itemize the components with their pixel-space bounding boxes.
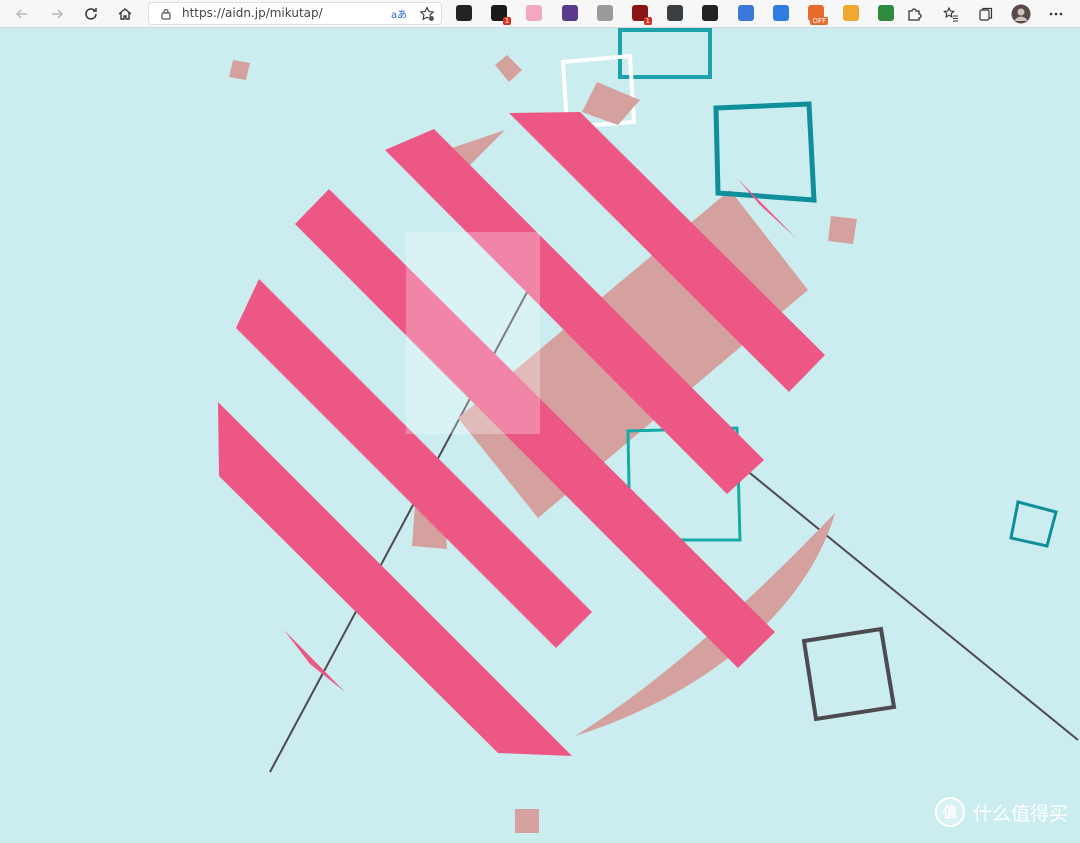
extension-badge: 1: [502, 17, 512, 25]
camera-extension-icon[interactable]: [702, 5, 719, 21]
cat-extension-icon[interactable]: [526, 5, 543, 21]
watermark-text: 什么值得买: [972, 802, 1068, 825]
thin-line: [739, 464, 1079, 741]
svg-text:aあ: aあ: [391, 9, 407, 21]
pink-needle: [284, 630, 345, 692]
refresh-button[interactable]: [79, 2, 103, 26]
favorites-button[interactable]: [939, 2, 963, 26]
lock-icon: [161, 8, 171, 20]
teal-square: [713, 101, 817, 203]
extension-badge: 1: [643, 17, 652, 25]
address-bar[interactable]: https://aidn.jp/mikutap/ aあ: [148, 2, 442, 25]
bird-extension-icon[interactable]: [737, 5, 754, 21]
todo-extension-icon[interactable]: 1: [491, 5, 512, 25]
ia-extension-icon[interactable]: [561, 5, 578, 21]
extensions-button[interactable]: [902, 2, 926, 26]
favorite-star-icon[interactable]: [419, 6, 435, 22]
art-canvas: [218, 28, 1079, 833]
translucent-panel: [406, 232, 540, 434]
rose-square: [828, 216, 857, 244]
url-text: https://aidn.jp/mikutap/: [182, 6, 323, 20]
watermark-logo: 值: [934, 797, 965, 827]
teal-square: [1009, 500, 1058, 548]
dots-extension-icon[interactable]: [667, 5, 684, 21]
globe-extension-icon[interactable]: [878, 5, 895, 21]
back-button[interactable]: [10, 2, 34, 26]
teal-square: [618, 28, 712, 79]
home-button[interactable]: [113, 2, 137, 26]
infinity-extension-icon[interactable]: [456, 5, 472, 21]
puzzle-icon: [908, 8, 922, 21]
shield-extension-icon[interactable]: 1: [632, 5, 652, 25]
color-extension-icon[interactable]: [843, 5, 860, 21]
mikutap-canvas[interactable]: 值 什么值得买: [0, 28, 1080, 839]
home-icon: [118, 8, 132, 20]
rose-square: [495, 55, 522, 82]
more-menu-button[interactable]: [1044, 2, 1068, 26]
rose-square: [229, 60, 250, 80]
site-watermark: 值 什么值得买: [934, 797, 1068, 827]
off-extension-icon[interactable]: OFF: [808, 5, 828, 25]
mouse-extension-icon[interactable]: [596, 5, 613, 21]
dark-square: [801, 626, 897, 722]
arrow-left-icon: [15, 9, 27, 19]
browser-toolbar: https://aidn.jp/mikutap/ aあ 1 1 OFF: [0, 0, 1080, 28]
favorites-list-icon: [943, 6, 958, 22]
forward-button[interactable]: [45, 2, 69, 26]
collections-icon: [979, 7, 993, 21]
more-icon: [1049, 12, 1063, 16]
translate-extension-icon[interactable]: [772, 5, 789, 21]
arrow-right-icon: [52, 9, 64, 19]
avatar: [1011, 4, 1031, 24]
refresh-icon: [85, 8, 97, 20]
read-aloud-icon[interactable]: aあ: [391, 7, 407, 21]
extension-badge: OFF: [810, 17, 828, 25]
rose-square: [515, 809, 539, 833]
profile-button[interactable]: [1009, 2, 1033, 26]
collections-button[interactable]: [974, 2, 998, 26]
